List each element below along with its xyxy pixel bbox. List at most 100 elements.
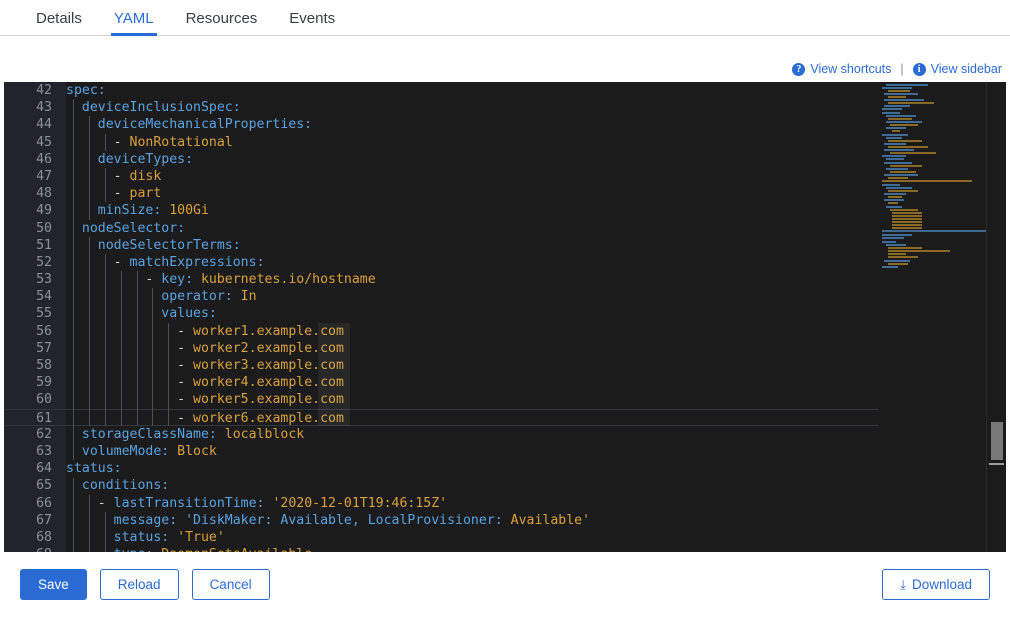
minimap-line [882,266,898,268]
line-number: 56 [4,323,66,340]
minimap-line [892,130,900,132]
minimap-line [884,174,918,176]
line-number: 58 [4,357,66,374]
indent-guide [89,237,90,426]
minimap-line [886,244,906,246]
code-line[interactable]: 62 storageClassName: localblock [4,426,1006,443]
code-line[interactable]: 66 - lastTransitionTime: '2020-12-01T19:… [4,495,1006,512]
code-text: deviceMechanicalProperties: [66,116,1006,133]
vertical-scrollbar[interactable] [986,82,1006,552]
code-text: nodeSelectorTerms: [66,237,1006,254]
minimap-line [886,121,922,123]
code-lines[interactable]: 42spec:43 deviceInclusionSpec:44 deviceM… [4,82,1006,552]
code-text: storageClassName: localblock [66,426,1006,443]
code-line[interactable]: 57 - worker2.example.com [4,340,1006,357]
code-line[interactable]: 44 deviceMechanicalProperties: [4,116,1006,133]
minimap-line [890,165,922,167]
code-text: status: [66,460,1006,477]
line-number: 45 [4,134,66,151]
code-line[interactable]: 56 - worker1.example.com [4,323,1006,340]
code-line[interactable]: 69 type: DaemonSetsAvailable [4,546,1006,552]
minimap-line [884,260,910,262]
code-text: message: 'DiskMaker: Available, LocalPro… [66,512,1006,529]
download-icon: ⤓ [900,578,906,591]
code-line[interactable]: 52 - matchExpressions: [4,254,1006,271]
code-line[interactable]: 67 message: 'DiskMaker: Available, Local… [4,512,1006,529]
code-minimap[interactable] [878,82,986,552]
indent-guide [137,271,138,426]
minimap-line [888,146,928,148]
code-line[interactable]: 59 - worker4.example.com [4,374,1006,391]
view-sidebar-link[interactable]: i View sidebar [913,62,1002,76]
code-line[interactable]: 48 - part [4,185,1006,202]
line-number: 66 [4,495,66,512]
line-number: 68 [4,529,66,546]
minimap-line [882,87,912,89]
tab-events[interactable]: Events [273,11,351,35]
code-text: values: [66,305,1006,322]
yaml-editor[interactable]: 42spec:43 deviceInclusionSpec:44 deviceM… [4,82,1006,552]
save-button[interactable]: Save [20,569,87,600]
code-line[interactable]: 45 - NonRotational [4,134,1006,151]
scrollbar-marker [989,463,1004,465]
minimap-line [888,247,922,249]
download-button[interactable]: ⤓ Download [882,569,990,600]
code-line[interactable]: 50 nodeSelector: [4,220,1006,237]
view-shortcuts-label: View shortcuts [810,62,891,76]
indent-guide [89,495,90,552]
indent-guide [105,168,106,202]
code-text: deviceTypes: [66,151,1006,168]
minimap-line [888,102,934,104]
line-number: 53 [4,271,66,288]
code-line[interactable]: 47 - disk [4,168,1006,185]
code-line[interactable]: 49 minSize: 100Gi [4,202,1006,219]
minimap-line [884,193,906,195]
line-number: 60 [4,391,66,408]
code-line[interactable]: 55 values: [4,305,1006,322]
scrollbar-thumb[interactable] [991,422,1003,460]
code-line[interactable]: 43 deviceInclusionSpec: [4,99,1006,116]
code-text: - matchExpressions: [66,254,1006,271]
minimap-line [886,115,916,117]
view-shortcuts-link[interactable]: ? View shortcuts [792,62,891,76]
code-text: spec: [66,82,1006,99]
minimap-line [884,99,924,101]
line-number: 65 [4,477,66,494]
code-line[interactable]: 58 - worker3.example.com [4,357,1006,374]
tab-details[interactable]: Details [20,11,98,35]
indent-guide [73,99,74,460]
editor-help-links: ? View shortcuts | i View sidebar [0,36,1010,82]
code-text: - disk [66,168,1006,185]
minimap-line [882,184,900,186]
code-line[interactable]: 51 nodeSelectorTerms: [4,237,1006,254]
code-line[interactable]: 60 - worker5.example.com [4,391,1006,408]
minimap-line [886,84,928,86]
code-line[interactable]: 46 deviceTypes: [4,151,1006,168]
code-text: operator: In [66,288,1006,305]
cancel-button[interactable]: Cancel [192,569,270,600]
minimap-line [888,263,908,265]
minimap-line [886,137,902,139]
minimap-line [888,250,950,252]
code-line[interactable]: 65 conditions: [4,477,1006,494]
reload-button[interactable]: Reload [100,569,179,600]
code-line[interactable]: 54 operator: In [4,288,1006,305]
minimap-line [884,105,910,107]
minimap-line [892,215,922,217]
minimap-line [884,199,904,201]
code-line[interactable]: 53 - key: kubernetes.io/hostname [4,271,1006,288]
code-text: - NonRotational [66,134,1006,151]
code-line[interactable]: 68 status: 'True' [4,529,1006,546]
tab-yaml[interactable]: YAML [98,11,170,35]
line-number: 49 [4,202,66,219]
code-line[interactable]: 42spec: [4,82,1006,99]
code-line[interactable]: 64status: [4,460,1006,477]
line-number: 61 [4,410,66,427]
info-circle-icon: i [913,63,926,76]
minimap-line [890,209,918,211]
minimap-line [892,221,922,223]
tab-resources[interactable]: Resources [170,11,274,35]
minimap-line [882,112,900,114]
code-line[interactable]: 61 - worker6.example.com [4,409,1006,426]
code-line[interactable]: 63 volumeMode: Block [4,443,1006,460]
